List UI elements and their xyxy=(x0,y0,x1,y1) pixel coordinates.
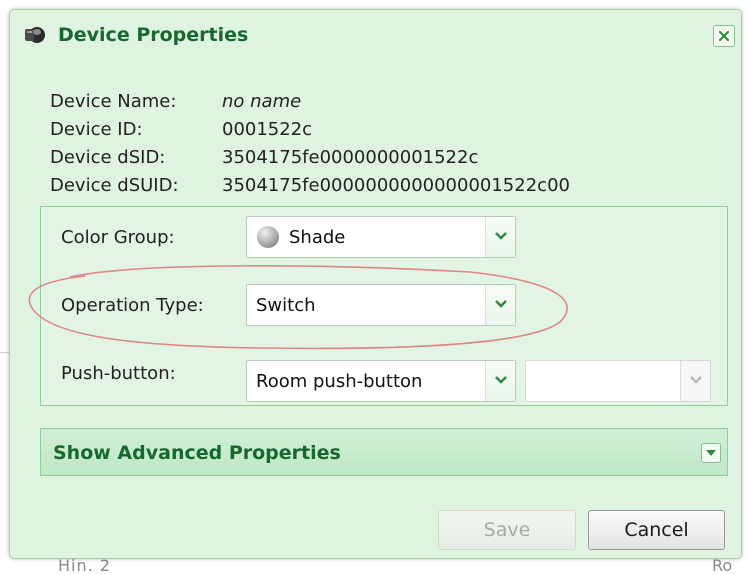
shade-color-icon xyxy=(257,226,279,248)
device-properties-dialog: Device Properties Device Name: no name D… xyxy=(9,9,742,559)
color-group-label: Color Group: xyxy=(61,227,175,248)
chevron-down-icon xyxy=(690,376,702,384)
show-advanced-properties-toggle[interactable]: Show Advanced Properties xyxy=(40,428,728,476)
device-id-value: 0001522c xyxy=(222,119,313,140)
push-button-value: Room push-button xyxy=(256,371,423,392)
chevron-down-icon xyxy=(495,376,507,384)
push-button-select[interactable]: Room push-button xyxy=(246,360,516,402)
operation-type-value: Switch xyxy=(256,295,316,316)
close-button[interactable] xyxy=(713,25,735,47)
cancel-button[interactable]: Cancel xyxy=(588,510,725,550)
push-button-dropdown-arrow[interactable] xyxy=(485,361,515,401)
chevron-down-icon xyxy=(495,300,507,308)
operation-type-dropdown-arrow[interactable] xyxy=(485,285,515,325)
dialog-title: Device Properties xyxy=(58,24,249,46)
properties-panel: Color Group: Shade Operation Type: Switc… xyxy=(40,206,728,406)
device-name-label: Device Name: xyxy=(50,91,177,112)
advanced-properties-label: Show Advanced Properties xyxy=(53,442,341,464)
expand-advanced-button[interactable] xyxy=(701,443,721,463)
dialog-titlebar[interactable]: Device Properties xyxy=(10,10,741,60)
operation-type-label: Operation Type: xyxy=(61,295,204,316)
push-button-label: Push-button: xyxy=(61,363,176,384)
device-name-value: no name xyxy=(222,91,302,112)
chevron-down-icon xyxy=(495,232,507,240)
push-button-secondary-select[interactable] xyxy=(525,360,711,402)
device-dsuid-value: 3504175fe0000000000000001522c00 xyxy=(222,175,570,196)
operation-type-select[interactable]: Switch xyxy=(246,284,516,326)
color-group-value: Shade xyxy=(289,227,346,248)
chevron-down-icon xyxy=(706,450,716,456)
device-dsid-value: 3504175fe0000000001522c xyxy=(222,147,479,168)
color-group-dropdown-arrow[interactable] xyxy=(485,217,515,257)
device-icon xyxy=(24,25,46,45)
color-group-select[interactable]: Shade xyxy=(246,216,516,258)
save-button[interactable]: Save xyxy=(438,510,576,550)
push-button-secondary-dropdown-arrow[interactable] xyxy=(680,361,710,401)
device-id-label: Device ID: xyxy=(50,119,143,140)
device-dsid-label: Device dSID: xyxy=(50,147,166,168)
close-icon xyxy=(719,31,729,41)
device-dsuid-label: Device dSUID: xyxy=(50,175,179,196)
